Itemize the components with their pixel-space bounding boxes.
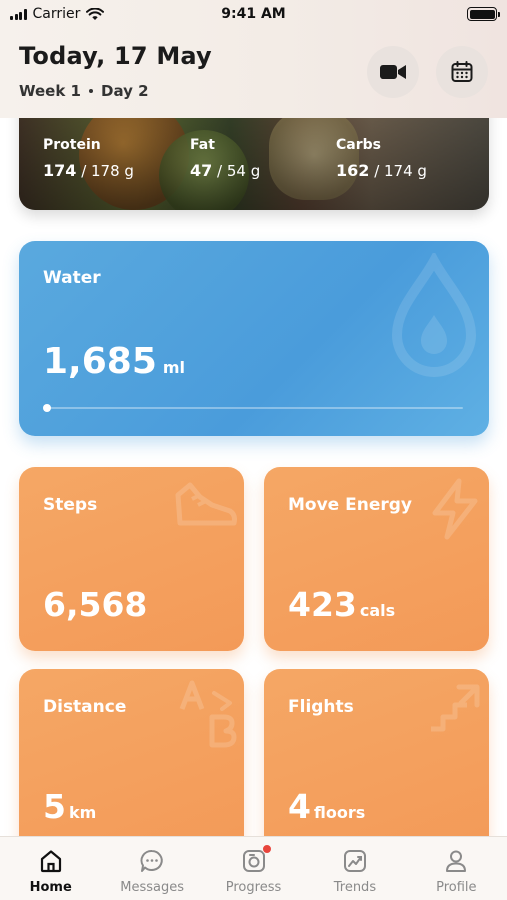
tab-home[interactable]: Home <box>0 837 101 900</box>
macro-value: 47 / 54 g <box>190 161 261 180</box>
move-energy-label: Move Energy <box>288 495 413 515</box>
tab-bar: Home Messages Progress Trends Profile <box>0 836 507 900</box>
lightning-icon <box>432 478 478 540</box>
macro-value: 162 / 174 g <box>336 161 427 180</box>
water-progress-track <box>45 407 463 409</box>
stairs-icon <box>431 684 480 732</box>
macro-fat: Fat 47 / 54 g <box>190 137 260 180</box>
carrier-info: Carrier <box>10 6 190 22</box>
water-progress-knob[interactable] <box>43 404 51 412</box>
water-card[interactable]: Water 1,685 ml <box>19 241 489 436</box>
tab-label: Profile <box>436 880 477 895</box>
water-drop-icon <box>391 253 477 377</box>
progress-icon <box>240 844 272 875</box>
distance-label: Distance <box>43 697 127 717</box>
macro-label: Carbs <box>336 137 381 153</box>
clock: 9:41 AM <box>221 6 286 22</box>
tab-label: Home <box>29 880 72 895</box>
tab-label: Messages <box>120 880 184 895</box>
tab-progress[interactable]: Progress <box>203 837 304 900</box>
signal-icon <box>10 8 27 20</box>
battery-icon <box>467 7 500 21</box>
tab-label: Progress <box>225 880 282 895</box>
flights-value: 4 floors <box>288 787 366 826</box>
notification-badge <box>261 844 272 854</box>
macro-value: 174 / 178 g <box>43 161 134 180</box>
calendar-icon <box>451 61 473 82</box>
messages-icon <box>138 847 166 875</box>
page-title: Today, 17 May <box>19 42 212 70</box>
profile-icon <box>442 847 470 875</box>
macro-carbs: Carbs 162 / 174 g <box>336 137 427 180</box>
status-bar: Carrier 9:41 AM <box>0 0 507 28</box>
water-label: Water <box>43 268 101 288</box>
macro-label: Fat <box>190 137 215 153</box>
wifi-icon <box>86 7 105 20</box>
tab-trends[interactable]: Trends <box>304 837 405 900</box>
day-label: Day 2 <box>101 82 149 100</box>
move-energy-card[interactable]: Move Energy 423 cals <box>264 467 489 651</box>
trends-icon <box>341 847 369 875</box>
carrier-name: Carrier <box>32 6 81 22</box>
move-energy-value: 423 cals <box>288 585 396 624</box>
macro-protein: Protein 174 / 178 g <box>43 137 134 180</box>
water-value: 1,685 ml <box>43 341 186 382</box>
video-camera-icon <box>380 65 406 79</box>
steps-value: 6,568 <box>43 585 148 624</box>
flights-label: Flights <box>288 697 354 717</box>
distance-card[interactable]: Distance 5 km <box>19 669 244 853</box>
week-day-subtitle: Week 1 Day 2 <box>19 82 149 100</box>
video-call-button[interactable] <box>367 46 419 98</box>
home-icon <box>37 847 65 875</box>
a-to-b-icon <box>179 680 237 748</box>
shoe-icon <box>175 482 237 526</box>
tab-profile[interactable]: Profile <box>406 837 507 900</box>
calendar-button[interactable] <box>436 46 488 98</box>
tab-messages[interactable]: Messages <box>101 837 202 900</box>
flights-card[interactable]: Flights 4 floors <box>264 669 489 853</box>
week-label: Week 1 <box>19 82 81 100</box>
tab-label: Trends <box>333 880 377 895</box>
steps-label: Steps <box>43 495 98 515</box>
distance-value: 5 km <box>43 787 97 826</box>
steps-card[interactable]: Steps 6,568 <box>19 467 244 651</box>
macro-label: Protein <box>43 137 101 153</box>
separator-dot <box>89 89 93 93</box>
